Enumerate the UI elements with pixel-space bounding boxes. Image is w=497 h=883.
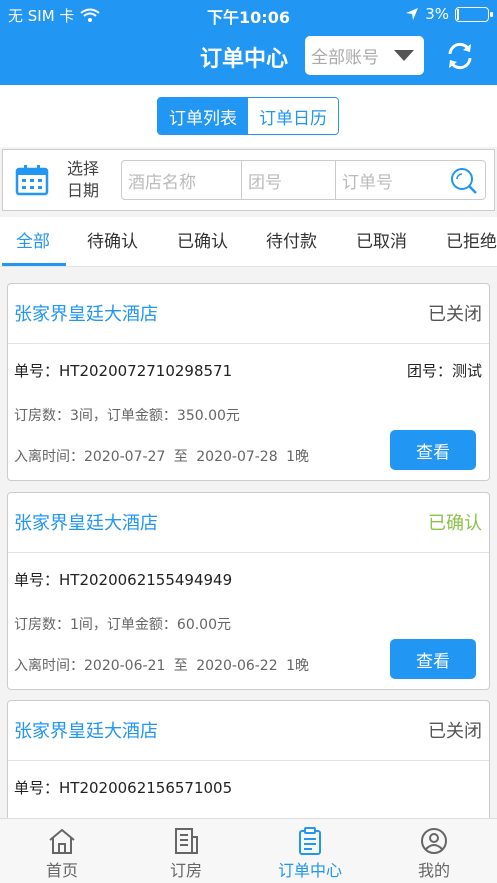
- tab-underline: [2, 263, 66, 266]
- battery-icon: [455, 6, 493, 22]
- tab-all[interactable]: 全部: [16, 217, 50, 266]
- bottom-tab-bar: 首页 订房 订单中心 我的: [0, 818, 497, 883]
- order-status: 已关闭: [428, 721, 482, 742]
- view-button[interactable]: 查看: [390, 639, 476, 679]
- card-divider: [8, 760, 489, 761]
- view-segment: 订单列表 订单日历: [157, 97, 339, 135]
- segment-area: 订单列表 订单日历: [0, 85, 497, 147]
- tab-pending-confirm[interactable]: 待确认: [87, 217, 138, 266]
- account-select-value: 全部账号: [311, 48, 379, 68]
- search-icon[interactable]: [449, 166, 479, 196]
- location-arrow-icon: [406, 8, 419, 20]
- hotel-name: 张家界皇廷大酒店: [14, 513, 158, 534]
- tab-rejected[interactable]: 已拒绝: [446, 217, 497, 266]
- tabbar-label-mine: 我的: [417, 861, 450, 880]
- account-select[interactable]: 全部账号: [305, 36, 424, 75]
- segment-order-list[interactable]: 订单列表: [158, 98, 248, 134]
- hotel-name: 张家界皇廷大酒店: [14, 304, 158, 325]
- clipboard-icon: [299, 827, 321, 855]
- stay-dates: 入离时间：2020-06-21 至 2020-06-22 1晚: [14, 658, 309, 674]
- group-number: 团号：测试: [406, 362, 482, 380]
- filter-bar: 选择 日期 酒店名称 团号 订单号: [2, 149, 495, 211]
- caret-down-icon: [394, 50, 414, 61]
- order-number: 单号：HT2020072710298571: [14, 362, 233, 380]
- hotel-name: 张家界皇廷大酒店: [14, 721, 158, 742]
- select-date-line2: 日期: [66, 181, 99, 200]
- order-card: 张家界皇廷大酒店 已关闭 单号：HT2020072710298571 团号：测试…: [7, 283, 490, 481]
- nav-bar: 订单中心 全部账号: [0, 28, 497, 85]
- order-number: 单号：HT2020062155494949: [14, 571, 233, 589]
- tabbar-label-order-center: 订单中心: [277, 861, 342, 880]
- calendar-icon[interactable]: [15, 164, 49, 196]
- tabbar-item-mine[interactable]: 我的: [384, 827, 484, 881]
- page-title: 订单中心: [200, 47, 289, 72]
- segment-order-calendar[interactable]: 订单日历: [248, 98, 338, 134]
- order-status: 已关闭: [428, 304, 482, 325]
- order-card: 张家界皇廷大酒店 已确认 单号：HT2020062155494949 订房数：1…: [7, 492, 490, 690]
- tabbar-item-booking[interactable]: 订房: [136, 827, 236, 881]
- status-bar: 无 SIM 卡 下午10:06 3%: [0, 0, 497, 28]
- status-tabs: 全部 待确认 已确认 待付款 已取消 已拒绝: [0, 217, 497, 267]
- stay-dates: 入离时间：2020-07-27 至 2020-07-28 1晚: [14, 449, 309, 465]
- refresh-icon[interactable]: [444, 40, 476, 72]
- select-date-label[interactable]: 选择 日期: [65, 158, 101, 202]
- group-no-input[interactable]: 团号: [242, 161, 336, 199]
- tabbar-label-booking: 订房: [169, 861, 202, 880]
- rooms-amount: 订房数：1间，订单金额：60.00元: [14, 617, 231, 633]
- card-divider: [8, 343, 489, 344]
- search-box: 酒店名称 团号 订单号: [121, 160, 486, 200]
- rooms-amount: 订房数：3间，订单金额：350.00元: [14, 408, 240, 424]
- tabbar-item-order-center[interactable]: 订单中心: [260, 827, 360, 881]
- tabbar-label-home: 首页: [45, 861, 78, 880]
- view-button[interactable]: 查看: [390, 430, 476, 470]
- tab-cancelled[interactable]: 已取消: [356, 217, 407, 266]
- building-icon: [175, 828, 198, 854]
- tabbar-item-home[interactable]: 首页: [12, 827, 112, 881]
- card-divider: [8, 552, 489, 553]
- home-icon: [49, 828, 75, 854]
- hotel-name-input[interactable]: 酒店名称: [122, 161, 242, 199]
- tab-pending-payment[interactable]: 待付款: [266, 217, 317, 266]
- battery-percent: 3%: [425, 5, 449, 23]
- order-number: 单号：HT2020062156571005: [14, 779, 233, 797]
- user-icon: [421, 828, 447, 854]
- status-right: 3%: [405, 5, 493, 23]
- order-status: 已确认: [428, 513, 482, 534]
- tab-confirmed[interactable]: 已确认: [177, 217, 228, 266]
- select-date-line1: 选择: [66, 159, 99, 178]
